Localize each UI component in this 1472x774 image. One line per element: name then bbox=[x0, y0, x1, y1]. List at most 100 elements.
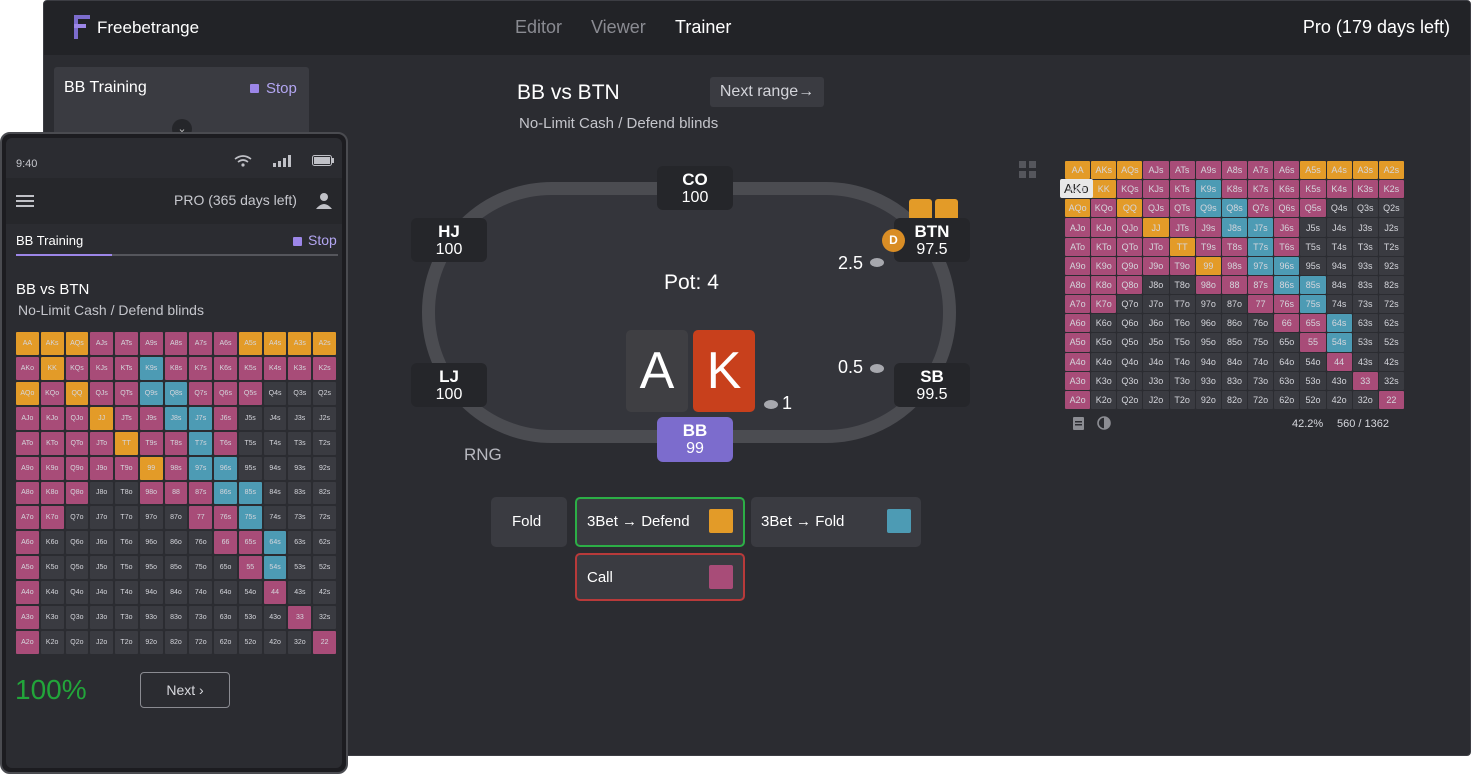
range-cell-T3s[interactable]: T3s bbox=[1352, 237, 1378, 256]
range-cell-82s[interactable]: 82s bbox=[313, 481, 336, 505]
range-cell-65o[interactable]: 65o bbox=[214, 556, 237, 580]
range-cell-A3s[interactable]: A3s bbox=[1352, 161, 1378, 180]
range-cell-96o[interactable]: 96o bbox=[139, 531, 163, 555]
range-cell-92o[interactable]: 92o bbox=[1195, 390, 1221, 409]
range-cell-74s[interactable]: 74s bbox=[263, 506, 287, 530]
range-cell-88[interactable]: 88 bbox=[164, 481, 188, 505]
range-cell-J9o[interactable]: J9o bbox=[90, 456, 114, 480]
range-cell-Q5o[interactable]: Q5o bbox=[1117, 333, 1143, 352]
range-cell-Q3o[interactable]: Q3o bbox=[1117, 371, 1143, 390]
range-cell-Q8o[interactable]: Q8o bbox=[65, 481, 89, 505]
range-cell-82s[interactable]: 82s bbox=[1378, 275, 1404, 295]
range-cell-76o[interactable]: 76o bbox=[1248, 314, 1274, 333]
range-cell-J8o[interactable]: J8o bbox=[90, 481, 114, 505]
range-cell-T9s[interactable]: T9s bbox=[1195, 237, 1221, 256]
range-cell-87s[interactable]: 87s bbox=[189, 481, 213, 505]
range-cell-42o[interactable]: 42o bbox=[263, 631, 287, 654]
hamburger-menu-icon[interactable] bbox=[16, 195, 34, 207]
range-cell-A2o[interactable]: A2o bbox=[1065, 390, 1091, 409]
range-cell-A4o[interactable]: A4o bbox=[1065, 352, 1091, 371]
range-cell-95s[interactable]: 95s bbox=[238, 456, 262, 480]
range-cell-62s[interactable]: 62s bbox=[1378, 314, 1404, 333]
range-cell-92s[interactable]: 92s bbox=[313, 456, 336, 480]
range-cell-64s[interactable]: 64s bbox=[1326, 314, 1352, 333]
range-cell-K6o[interactable]: K6o bbox=[1091, 314, 1117, 333]
range-cell-QTs[interactable]: QTs bbox=[1169, 199, 1195, 218]
range-cell-Q9s[interactable]: Q9s bbox=[139, 381, 163, 405]
range-cell-22[interactable]: 22 bbox=[313, 631, 336, 654]
range-cell-AQo[interactable]: AQo bbox=[16, 381, 39, 405]
range-cell-K5o[interactable]: K5o bbox=[1091, 333, 1117, 352]
range-cell-75s[interactable]: 75s bbox=[1300, 295, 1326, 314]
range-cell-KJs[interactable]: KJs bbox=[90, 356, 114, 380]
range-cell-T4s[interactable]: T4s bbox=[263, 431, 287, 455]
range-cell-T7o[interactable]: T7o bbox=[1169, 295, 1195, 314]
range-cell-94o[interactable]: 94o bbox=[1195, 352, 1221, 371]
range-cell-77[interactable]: 77 bbox=[189, 506, 213, 530]
fold-button[interactable]: Fold bbox=[491, 497, 567, 547]
range-cell-QQ[interactable]: QQ bbox=[1117, 199, 1143, 218]
range-cell-J6s[interactable]: J6s bbox=[1274, 218, 1300, 237]
range-cell-75s[interactable]: 75s bbox=[238, 506, 262, 530]
range-cell-54s[interactable]: 54s bbox=[263, 556, 287, 580]
range-cell-32o[interactable]: 32o bbox=[288, 631, 312, 654]
range-cell-87o[interactable]: 87o bbox=[1221, 295, 1248, 314]
range-cell-A6s[interactable]: A6s bbox=[214, 332, 237, 355]
range-cell-AKo[interactable]: AKo bbox=[16, 356, 39, 380]
range-cell-J3s[interactable]: J3s bbox=[1352, 218, 1378, 237]
range-cell-A3o[interactable]: A3o bbox=[1065, 371, 1091, 390]
range-cell-T8o[interactable]: T8o bbox=[1169, 275, 1195, 295]
range-cell-J4o[interactable]: J4o bbox=[1143, 352, 1169, 371]
range-cell-96s[interactable]: 96s bbox=[214, 456, 237, 480]
range-cell-AJo[interactable]: AJo bbox=[16, 406, 39, 430]
range-cell-54o[interactable]: 54o bbox=[1300, 352, 1326, 371]
range-cell-64o[interactable]: 64o bbox=[1274, 352, 1300, 371]
range-cell-99[interactable]: 99 bbox=[1195, 256, 1221, 275]
range-cell-76s[interactable]: 76s bbox=[214, 506, 237, 530]
range-cell-K6s[interactable]: K6s bbox=[1274, 180, 1300, 199]
range-cell-KJo[interactable]: KJo bbox=[40, 406, 64, 430]
range-cell-KQo[interactable]: KQo bbox=[1091, 199, 1117, 218]
range-cell-J4s[interactable]: J4s bbox=[263, 406, 287, 430]
call-button[interactable]: Call bbox=[575, 553, 745, 601]
nav-trainer[interactable]: Trainer bbox=[675, 17, 731, 38]
range-cell-97s[interactable]: 97s bbox=[1248, 256, 1274, 275]
range-cell-KJs[interactable]: KJs bbox=[1143, 180, 1169, 199]
range-cell-Q8s[interactable]: Q8s bbox=[1221, 199, 1248, 218]
range-cell-A2s[interactable]: A2s bbox=[313, 332, 336, 355]
range-cell-Q2s[interactable]: Q2s bbox=[1378, 199, 1404, 218]
range-cell-K4s[interactable]: K4s bbox=[263, 356, 287, 380]
range-cell-T2o[interactable]: T2o bbox=[1169, 390, 1195, 409]
range-cell-98o[interactable]: 98o bbox=[139, 481, 163, 505]
range-cell-AKs[interactable]: AKs bbox=[1091, 161, 1117, 180]
range-cell-82o[interactable]: 82o bbox=[164, 631, 188, 654]
range-cell-T8s[interactable]: T8s bbox=[164, 431, 188, 455]
range-cell-62o[interactable]: 62o bbox=[1274, 390, 1300, 409]
range-cell-J5s[interactable]: J5s bbox=[238, 406, 262, 430]
nav-editor[interactable]: Editor bbox=[515, 17, 562, 38]
range-cell-Q5o[interactable]: Q5o bbox=[65, 556, 89, 580]
range-cell-K7o[interactable]: K7o bbox=[1091, 295, 1117, 314]
range-cell-A6o[interactable]: A6o bbox=[16, 531, 39, 555]
range-cell-96s[interactable]: 96s bbox=[1274, 256, 1300, 275]
range-cell-Q4o[interactable]: Q4o bbox=[65, 581, 89, 605]
range-cell-84s[interactable]: 84s bbox=[263, 481, 287, 505]
range-cell-QTs[interactable]: QTs bbox=[115, 381, 138, 405]
range-cell-QTo[interactable]: QTo bbox=[1117, 237, 1143, 256]
range-cell-85o[interactable]: 85o bbox=[164, 556, 188, 580]
range-cell-96o[interactable]: 96o bbox=[1195, 314, 1221, 333]
range-cell-AQo[interactable]: AQo bbox=[1065, 199, 1091, 218]
range-cell-ATo[interactable]: ATo bbox=[16, 431, 39, 455]
range-cell-A5s[interactable]: A5s bbox=[238, 332, 262, 355]
range-cell-Q6o[interactable]: Q6o bbox=[65, 531, 89, 555]
range-cell-52s[interactable]: 52s bbox=[313, 556, 336, 580]
range-cell-72o[interactable]: 72o bbox=[1248, 390, 1274, 409]
range-cell-72s[interactable]: 72s bbox=[313, 506, 336, 530]
range-cell-J2s[interactable]: J2s bbox=[313, 406, 336, 430]
range-cell-K2s[interactable]: K2s bbox=[1378, 180, 1404, 199]
range-cell-AA[interactable]: AA bbox=[16, 332, 39, 355]
range-cell-74s[interactable]: 74s bbox=[1326, 295, 1352, 314]
nav-viewer[interactable]: Viewer bbox=[591, 17, 646, 38]
range-cell-AKs[interactable]: AKs bbox=[40, 332, 64, 355]
grid-view-icon[interactable] bbox=[1019, 161, 1037, 179]
